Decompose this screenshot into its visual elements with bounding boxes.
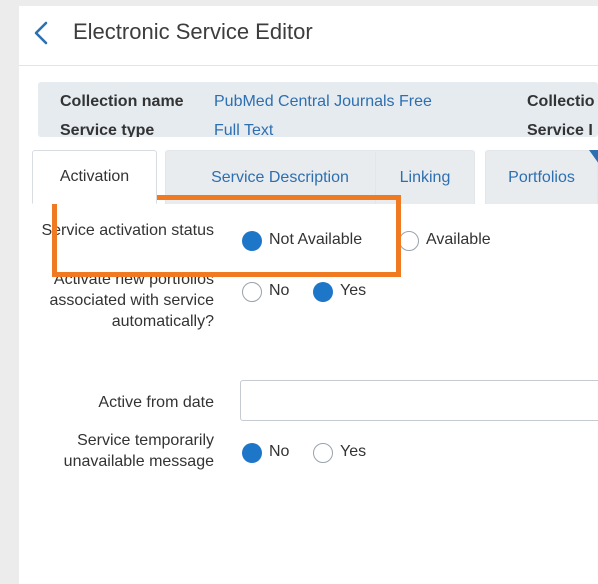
activate-portfolios-label: Activate new portfolios associated with … (49, 271, 214, 330)
collection-label-truncated: Collectio (527, 93, 595, 110)
service-type-label: Service type (60, 122, 155, 137)
activate-portfolios-no-label[interactable]: No (269, 282, 289, 300)
chevron-left-icon[interactable] (31, 20, 53, 46)
unavailable-no-label[interactable]: No (269, 443, 289, 461)
collection-name-label: Collection name (60, 93, 184, 110)
temporarily-unavailable-label: Service temporarily unavailable message (63, 432, 214, 470)
unavailable-yes-label[interactable]: Yes (340, 443, 366, 461)
collection-summary: Collection name PubMed Central Journals … (38, 82, 598, 137)
page-header: Electronic Service Editor (19, 6, 598, 66)
tab-portfolios[interactable]: Portfolios (485, 150, 598, 204)
active-from-date-input[interactable] (240, 380, 598, 421)
activate-portfolios-yes-label[interactable]: Yes (340, 282, 366, 300)
page-title: Electronic Service Editor (73, 19, 313, 44)
activation-available-radio[interactable] (399, 231, 419, 251)
unavailable-yes-radio[interactable] (313, 443, 333, 463)
activate-portfolios-yes-radio[interactable] (313, 282, 333, 302)
active-from-date-label: Active from date (98, 394, 214, 411)
activate-portfolios-no-radio[interactable] (242, 282, 262, 302)
tab-activation[interactable]: Activation (32, 150, 157, 204)
highlight-box (52, 195, 401, 277)
collection-name-link[interactable]: PubMed Central Journals Free (214, 93, 432, 111)
unavailable-no-radio[interactable] (242, 443, 262, 463)
service-label-truncated: Service I (527, 122, 593, 137)
activation-available-label[interactable]: Available (426, 231, 491, 249)
service-type-value: Full Text (214, 122, 274, 137)
